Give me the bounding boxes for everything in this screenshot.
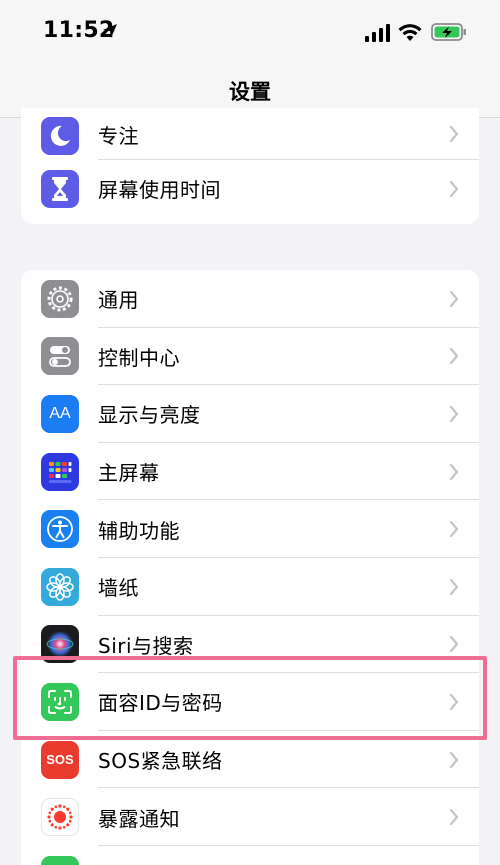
flower-icon: [41, 567, 79, 606]
settings-row-emergency-sos[interactable]: SOS SOS紧急联络: [21, 731, 479, 789]
settings-row-label: 显示与亮度: [98, 403, 201, 428]
accessibility-icon: [41, 510, 79, 549]
settings-row-general[interactable]: 通用: [21, 270, 479, 328]
battery-charging-icon: [431, 23, 466, 41]
wifi-icon: [398, 24, 422, 41]
chevron-right-icon: [449, 405, 459, 423]
settings-row-label: 屏幕使用时间: [98, 178, 221, 203]
settings-row-accessibility[interactable]: 辅助功能: [21, 500, 479, 558]
face-id-icon: [41, 682, 79, 721]
chevron-right-icon: [449, 463, 459, 480]
status-bar: 11:52: [0, 0, 500, 64]
settings-row-focus[interactable]: 专注: [21, 108, 479, 160]
settings-row-label: 面容ID与密码: [98, 691, 223, 716]
settings-row-screen-time[interactable]: 屏幕使用时间: [21, 160, 479, 218]
chevron-right-icon: [449, 348, 459, 365]
settings-row-label: 通用: [98, 288, 139, 313]
moon-icon: [41, 117, 79, 155]
aa-text-glyph: AA: [49, 404, 71, 422]
page-title: 设置: [229, 80, 271, 104]
cellular-signal-icon: [365, 24, 390, 42]
settings-row-display-brightness[interactable]: AA 显示与亮度: [21, 385, 479, 443]
settings-row-label: 辅助功能: [98, 518, 180, 543]
settings-row-label: 暴露通知: [98, 806, 180, 831]
exposure-icon: [41, 798, 79, 837]
settings-row-label: 墙纸: [98, 576, 139, 601]
settings-row-next[interactable]: [21, 846, 479, 865]
home-grid-icon: [41, 452, 79, 491]
chevron-right-icon: [449, 521, 459, 538]
sos-text-glyph: SOS: [46, 752, 74, 768]
gear-icon: [41, 279, 79, 318]
settings-row-label: SOS紧急联络: [98, 749, 223, 774]
aa-text-icon: AA: [41, 394, 79, 433]
settings-row-siri-search[interactable]: Siri与搜索: [21, 616, 479, 674]
settings-row-control-center[interactable]: 控制中心: [21, 328, 479, 386]
chevron-right-icon: [449, 693, 459, 711]
chevron-right-icon: [449, 125, 459, 143]
settings-row-wallpaper[interactable]: 墙纸: [21, 558, 479, 616]
chevron-right-icon: [449, 751, 459, 768]
settings-row-label: 控制中心: [98, 345, 180, 370]
siri-icon: [41, 625, 79, 664]
chevron-right-icon: [449, 180, 459, 197]
settings-row-face-id-passcode[interactable]: 面容ID与密码: [21, 673, 479, 731]
settings-row-label: 主屏幕: [98, 461, 160, 486]
chevron-right-icon: [449, 290, 459, 307]
location-arrow-icon: [103, 24, 117, 38]
next-row-icon: [41, 855, 79, 865]
chevron-right-icon: [449, 809, 459, 826]
settings-row-home-screen[interactable]: 主屏幕: [21, 443, 479, 501]
settings-row-label: 专注: [98, 123, 139, 148]
hourglass-icon: [41, 169, 79, 208]
chevron-right-icon: [449, 636, 459, 653]
settings-group-general: 通用 控制中心 AA 显示与亮度 主屏幕 辅助功能 墙纸 Siri与搜索 面容I…: [21, 270, 479, 865]
sos-icon: SOS: [41, 740, 79, 779]
settings-group-focus: 专注 屏幕使用时间: [21, 108, 479, 224]
settings-row-label: Siri与搜索: [98, 633, 194, 658]
chevron-right-icon: [449, 578, 459, 595]
settings-row-exposure-notifications[interactable]: 暴露通知: [21, 788, 479, 846]
toggles-icon: [41, 337, 79, 376]
